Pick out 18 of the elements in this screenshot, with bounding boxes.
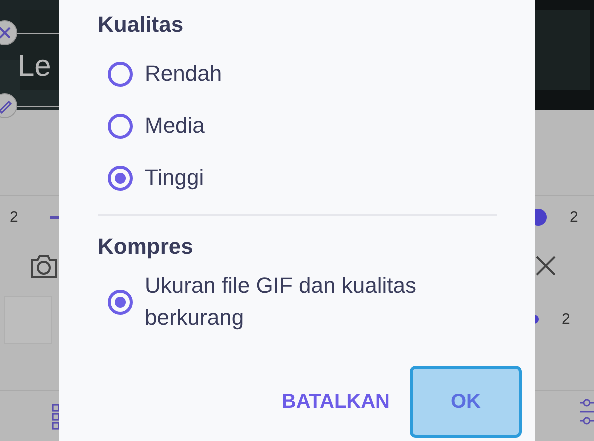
value-label: 2 xyxy=(562,311,570,329)
value-label: 2 xyxy=(10,209,18,227)
radio-button[interactable] xyxy=(108,166,133,190)
close-icon[interactable] xyxy=(535,255,557,277)
option-label[interactable]: Tinggi xyxy=(145,162,204,194)
camera-icon[interactable] xyxy=(29,253,59,279)
section-title: Kompres xyxy=(98,234,194,260)
option-label[interactable]: Media xyxy=(145,110,205,142)
grid-icon[interactable] xyxy=(52,404,60,430)
option-label[interactable]: Rendah xyxy=(145,58,222,90)
sticker-text: Le xyxy=(18,50,52,84)
radio-button[interactable] xyxy=(108,62,133,86)
option-label[interactable]: Ukuran file GIF dan kualitas berkurang xyxy=(145,270,497,334)
cancel-button[interactable]: BATALKAN xyxy=(282,380,390,424)
value-label: 2 xyxy=(570,209,578,227)
section-title: Kualitas xyxy=(98,12,185,38)
radio-button[interactable] xyxy=(108,290,133,314)
radio-button[interactable] xyxy=(108,114,133,138)
